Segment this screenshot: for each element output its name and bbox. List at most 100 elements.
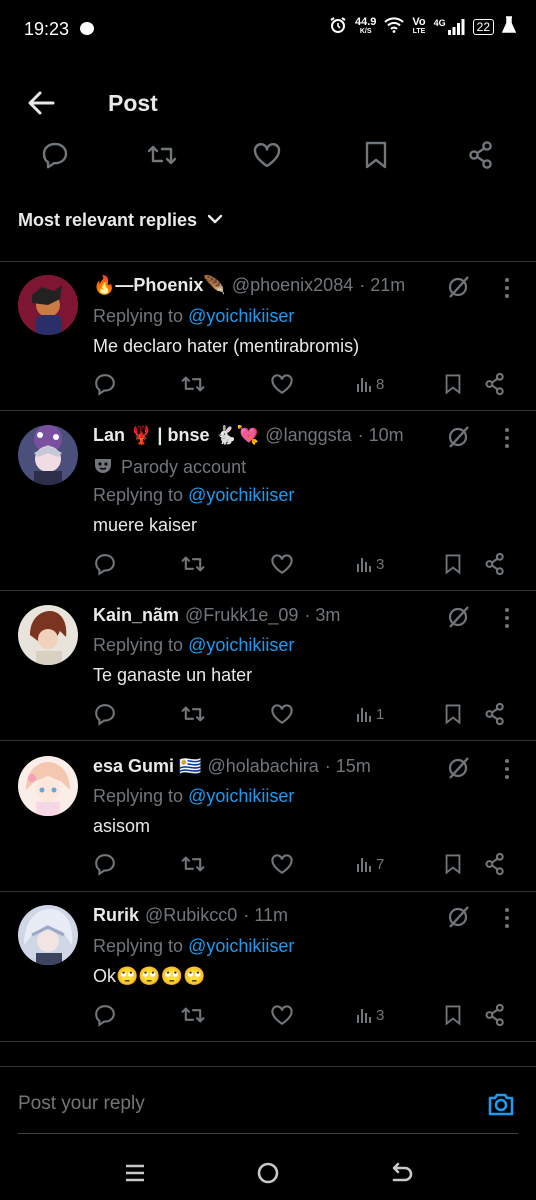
replying-prefix: Replying to xyxy=(93,485,184,505)
replying-to-mention[interactable]: @yoichikiiser xyxy=(188,635,294,655)
reply-actions: 7 xyxy=(93,852,513,878)
repost-icon[interactable] xyxy=(180,852,206,876)
reply-author-handle[interactable]: @holabachira xyxy=(207,756,318,777)
share-icon[interactable] xyxy=(483,372,507,396)
repost-icon[interactable] xyxy=(180,1003,206,1027)
reply-author-handle[interactable]: @Frukk1e_09 xyxy=(185,605,298,626)
more-options-icon[interactable] xyxy=(504,907,510,929)
wifi-icon xyxy=(384,17,405,36)
more-options-icon[interactable] xyxy=(504,758,510,780)
recent-apps-icon[interactable] xyxy=(122,1160,148,1186)
like-icon[interactable] xyxy=(270,1003,294,1027)
home-icon[interactable] xyxy=(255,1160,281,1186)
replying-prefix: Replying to xyxy=(93,936,184,956)
grok-icon[interactable] xyxy=(446,905,470,929)
reply-icon[interactable] xyxy=(93,1003,117,1027)
share-icon[interactable] xyxy=(483,702,507,726)
reply-item[interactable]: esa Gumi 🇺🇾 @holabachira · 15m Replying … xyxy=(0,756,536,891)
reply-icon[interactable] xyxy=(93,372,117,396)
top-bar: Post xyxy=(0,60,536,146)
like-icon[interactable] xyxy=(270,852,294,876)
replying-to-mention[interactable]: @yoichikiiser xyxy=(188,936,294,956)
repost-icon[interactable] xyxy=(146,140,177,170)
back-arrow-icon[interactable] xyxy=(24,86,58,120)
share-icon[interactable] xyxy=(483,852,507,876)
like-icon[interactable] xyxy=(252,140,282,170)
views-count[interactable]: 3 xyxy=(356,552,384,576)
reply-author-name[interactable]: 🔥—Phoenix🪶 xyxy=(93,275,226,296)
like-icon[interactable] xyxy=(270,372,294,396)
reply-item[interactable]: 🔥—Phoenix🪶 @phoenix2084 · 21m Replying t… xyxy=(0,275,536,410)
divider xyxy=(0,891,536,892)
reply-icon[interactable] xyxy=(40,140,70,170)
reply-time: · 11m xyxy=(243,905,289,925)
views-count[interactable]: 7 xyxy=(356,852,384,876)
reply-icon[interactable] xyxy=(93,552,117,576)
reply-author-name[interactable]: Rurik xyxy=(93,905,139,926)
grok-icon[interactable] xyxy=(446,425,470,449)
system-nav-bar xyxy=(0,1146,536,1200)
replying-to-mention[interactable]: @yoichikiiser xyxy=(188,485,294,505)
reply-text: muere kaiser xyxy=(93,515,198,535)
views-count[interactable]: 3 xyxy=(356,1003,384,1027)
share-icon[interactable] xyxy=(483,1003,507,1027)
more-options-icon[interactable] xyxy=(504,277,510,299)
bookmark-icon[interactable] xyxy=(443,852,463,876)
reply-time: · 21m xyxy=(359,275,406,295)
bookmark-icon[interactable] xyxy=(443,1003,463,1027)
reply-item[interactable]: Kain_nãm @Frukk1e_09 · 3m Replying to @y… xyxy=(0,605,536,740)
chat-bubble-icon xyxy=(80,22,94,35)
avatar[interactable] xyxy=(18,425,78,485)
more-options-icon[interactable] xyxy=(504,427,510,449)
avatar[interactable] xyxy=(18,756,78,816)
bookmark-icon[interactable] xyxy=(362,140,392,170)
reply-author-handle[interactable]: @langgsta xyxy=(265,425,351,446)
like-icon[interactable] xyxy=(270,702,294,726)
reply-actions: 8 xyxy=(93,372,513,398)
reply-time: · 15m xyxy=(324,756,371,776)
divider xyxy=(0,1041,536,1042)
repost-icon[interactable] xyxy=(180,552,206,576)
repost-icon[interactable] xyxy=(180,702,206,726)
reply-time: · 10m xyxy=(357,425,404,445)
signal-icon: 4G xyxy=(434,18,465,35)
replying-to-mention[interactable]: @yoichikiiser xyxy=(188,306,294,326)
share-icon[interactable] xyxy=(466,140,496,170)
reply-author-handle[interactable]: @phoenix2084 xyxy=(232,275,353,296)
grok-icon[interactable] xyxy=(446,275,470,299)
grok-icon[interactable] xyxy=(446,605,470,629)
avatar[interactable] xyxy=(18,905,78,965)
divider xyxy=(0,590,536,591)
share-icon[interactable] xyxy=(483,552,507,576)
views-count[interactable]: 8 xyxy=(356,372,384,396)
grok-icon[interactable] xyxy=(446,756,470,780)
bookmark-icon[interactable] xyxy=(443,702,463,726)
reply-input[interactable] xyxy=(18,1093,458,1115)
avatar[interactable] xyxy=(18,605,78,665)
replying-to: Replying to @yoichikiiser xyxy=(93,306,294,327)
sort-label: Most relevant replies xyxy=(18,210,198,230)
reply-icon[interactable] xyxy=(93,702,117,726)
replying-to-mention[interactable]: @yoichikiiser xyxy=(188,786,294,806)
reply-author-name[interactable]: Kain_nãm xyxy=(93,605,179,626)
bookmark-icon[interactable] xyxy=(443,372,463,396)
divider xyxy=(0,410,536,411)
repost-icon[interactable] xyxy=(180,372,206,396)
reply-author-name[interactable]: esa Gumi 🇺🇾 xyxy=(93,756,201,777)
like-icon[interactable] xyxy=(270,552,294,576)
replying-prefix: Replying to xyxy=(93,306,184,326)
reply-author-name[interactable]: Lan 🦞 | bnse 🐇💘 xyxy=(93,425,259,446)
reply-item[interactable]: Lan 🦞 | bnse 🐇💘 @langgsta · 10m Parody a… xyxy=(0,425,536,590)
avatar[interactable] xyxy=(18,275,78,335)
bookmark-icon[interactable] xyxy=(443,552,463,576)
sort-dropdown[interactable]: Most relevant replies xyxy=(18,210,223,231)
flask-icon xyxy=(501,16,517,37)
reply-item[interactable]: Rurik @Rubikcc0 · 11m Replying to @yoich… xyxy=(0,905,536,1041)
status-time: 19:23 xyxy=(24,19,70,39)
views-count[interactable]: 1 xyxy=(356,702,384,726)
reply-icon[interactable] xyxy=(93,852,117,876)
more-options-icon[interactable] xyxy=(504,607,510,629)
camera-icon[interactable] xyxy=(486,1089,516,1119)
reply-author-handle[interactable]: @Rubikcc0 xyxy=(145,905,237,926)
back-icon[interactable] xyxy=(388,1160,414,1186)
